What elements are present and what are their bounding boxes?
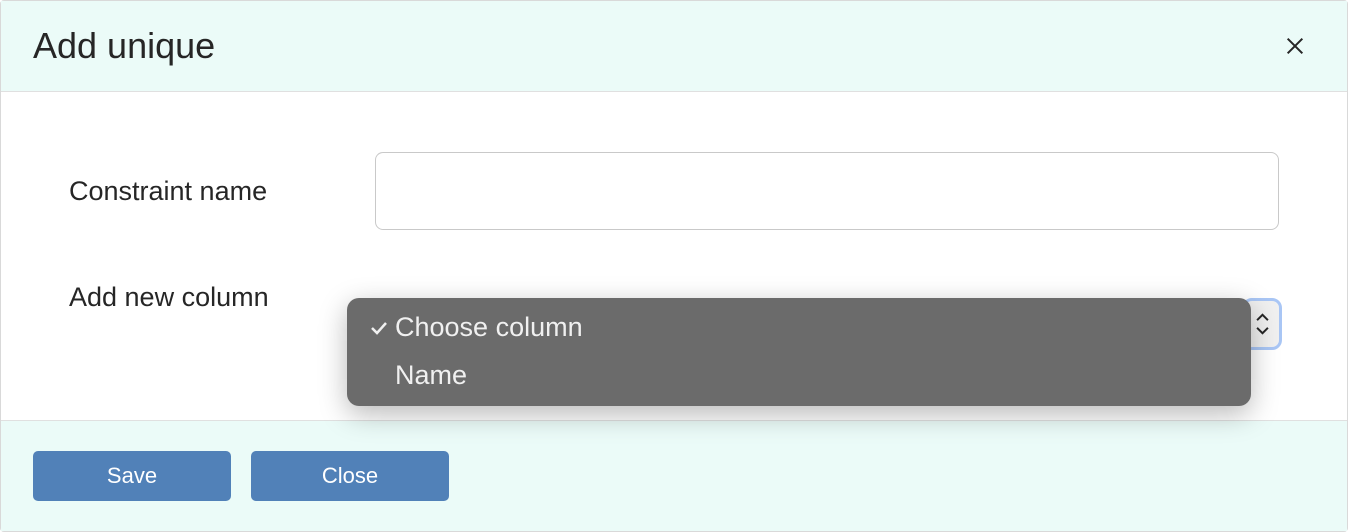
column-dropdown-panel: Choose column Name <box>347 298 1251 406</box>
check-icon <box>369 318 395 338</box>
add-column-label: Add new column <box>69 282 375 313</box>
add-unique-dialog: Add unique Constraint name Add new colum… <box>0 0 1348 532</box>
dialog-header: Add unique <box>1 1 1347 92</box>
constraint-name-row: Constraint name <box>69 152 1279 230</box>
constraint-name-input[interactable] <box>375 152 1279 230</box>
constraint-name-label: Constraint name <box>69 176 375 207</box>
dialog-title: Add unique <box>33 25 215 67</box>
close-icon[interactable] <box>1283 34 1307 58</box>
column-option-name[interactable]: Name <box>347 352 1251 400</box>
option-label: Name <box>395 360 1229 391</box>
option-label: Choose column <box>395 312 1229 343</box>
close-button[interactable]: Close <box>251 451 449 501</box>
column-option-choose[interactable]: Choose column <box>347 304 1251 352</box>
dialog-footer: Save Close <box>1 421 1347 531</box>
add-column-row: Add new column Choose column <box>69 282 1279 313</box>
save-button[interactable]: Save <box>33 451 231 501</box>
dialog-body: Constraint name Add new column <box>1 92 1347 421</box>
